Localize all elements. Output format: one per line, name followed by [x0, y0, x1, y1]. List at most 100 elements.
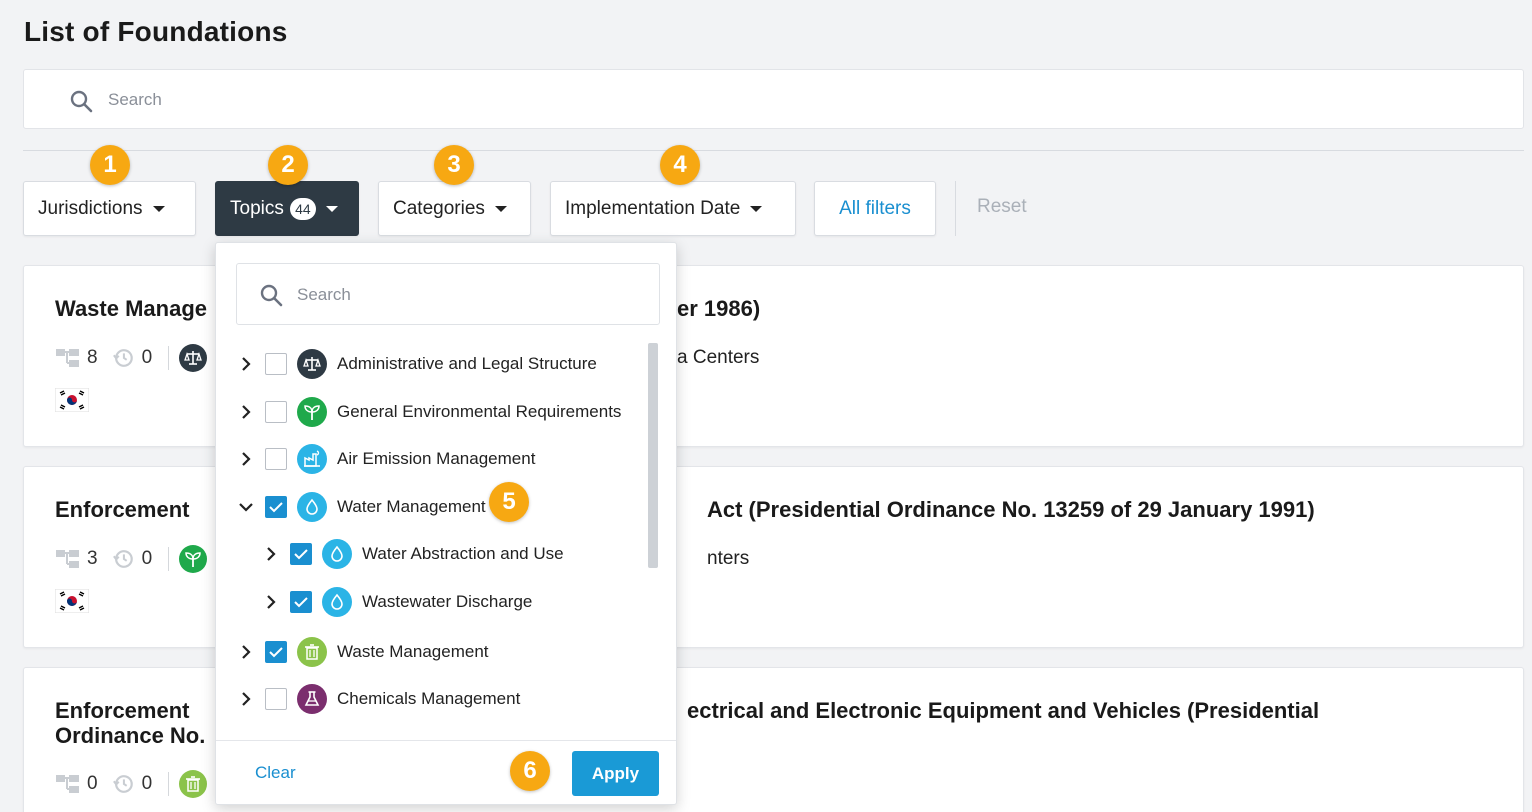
reset-button[interactable]: Reset — [977, 196, 1027, 218]
chevron-right-icon[interactable] — [237, 450, 255, 468]
dropdown-scrollbar[interactable] — [648, 343, 658, 568]
search-input[interactable] — [108, 88, 1488, 112]
flask-icon — [297, 684, 327, 714]
topic-label: Water Management — [337, 497, 486, 516]
sprout-icon — [179, 545, 208, 573]
topic-row-water-management[interactable]: Water Management — [216, 487, 486, 527]
meta-separator — [168, 346, 170, 370]
topic-checkbox-checked[interactable] — [290, 543, 312, 565]
topic-checkbox[interactable] — [265, 401, 287, 423]
card-title-line2: Ordinance No. — [55, 723, 206, 748]
card-title-continued: ectrical and Electronic Equipment and Ve… — [687, 698, 1320, 723]
topics-count-badge: 44 — [289, 197, 316, 220]
step-marker-5: 5 — [489, 482, 529, 522]
chevron-right-icon[interactable] — [262, 545, 280, 563]
card-subtitle-continued: a Centers — [677, 347, 760, 368]
water-drop-icon — [297, 492, 327, 522]
topic-row-wastewater-discharge[interactable]: Wastewater Discharge — [216, 582, 532, 622]
all-filters-label: All filters — [839, 197, 911, 219]
chevron-down-icon[interactable] — [237, 498, 255, 516]
scales-icon — [179, 344, 208, 372]
topic-checkbox-checked[interactable] — [265, 641, 287, 663]
jurisdictions-filter-button[interactable]: Jurisdictions — [23, 181, 196, 236]
card-meta: 8 0 — [55, 344, 208, 372]
children-count: 3 — [87, 548, 98, 569]
card-title: Enforcement — [55, 497, 190, 522]
children-count: 0 — [87, 773, 98, 794]
search-bar[interactable] — [23, 69, 1524, 129]
factory-icon — [297, 444, 327, 474]
step-marker-4: 4 — [660, 145, 700, 185]
hierarchy-icon — [56, 550, 79, 568]
implementation-date-filter-button[interactable]: Implementation Date — [550, 181, 796, 236]
search-icon — [260, 284, 283, 307]
card-title-continued: er 1986) — [677, 296, 761, 321]
topic-checkbox-checked[interactable] — [265, 496, 287, 518]
topic-row-waste-management[interactable]: Waste Management — [216, 632, 489, 672]
apply-button[interactable]: Apply — [572, 751, 659, 796]
all-filters-button[interactable]: All filters — [814, 181, 936, 236]
caret-down-icon — [494, 205, 507, 212]
dropdown-footer: Clear Apply — [216, 740, 676, 805]
page-title: List of Foundations — [24, 16, 288, 47]
history-count: 0 — [141, 548, 153, 569]
topics-search[interactable] — [236, 263, 660, 325]
south-korea-flag-icon — [55, 589, 89, 613]
search-icon — [70, 90, 93, 113]
card-subtitle-continued: nters — [707, 548, 750, 569]
topic-checkbox[interactable] — [265, 688, 287, 710]
step-marker-2: 2 — [268, 145, 308, 185]
topic-label: Administrative and Legal Structure — [337, 354, 597, 373]
meta-separator — [168, 547, 170, 571]
topic-checkbox[interactable] — [265, 448, 287, 470]
topic-checkbox-checked[interactable] — [290, 591, 312, 613]
topics-label: Topics — [230, 197, 284, 219]
step-marker-6: 6 — [510, 751, 550, 791]
topic-label: Waste Management — [337, 642, 489, 661]
history-icon — [112, 550, 133, 568]
topic-label: Chemicals Management — [337, 689, 521, 708]
meta-separator — [168, 772, 170, 796]
topics-search-input[interactable] — [297, 283, 637, 307]
scales-icon — [297, 349, 327, 379]
topic-label: Wastewater Discharge — [362, 592, 533, 611]
hierarchy-icon — [56, 349, 79, 367]
card-meta: 0 0 — [55, 770, 208, 798]
topic-label: Water Abstraction and Use — [362, 544, 564, 563]
card-title-continued: Act (Presidential Ordinance No. 13259 of… — [707, 497, 1315, 522]
clear-button[interactable]: Clear — [255, 763, 296, 783]
topic-label: Air Emission Management — [337, 449, 536, 468]
filter-separator — [955, 181, 956, 236]
topic-checkbox[interactable] — [265, 353, 287, 375]
topic-row-water-abstraction[interactable]: Water Abstraction and Use — [216, 534, 564, 574]
caret-down-icon — [750, 205, 763, 212]
implementation-date-label: Implementation Date — [565, 197, 741, 219]
topic-row-administrative[interactable]: Administrative and Legal Structure — [216, 344, 597, 384]
step-marker-1: 1 — [90, 145, 130, 185]
categories-filter-button[interactable]: Categories — [378, 181, 531, 236]
caret-down-icon — [325, 205, 338, 212]
divider — [23, 150, 1524, 151]
topics-dropdown: Administrative and Legal Structure Gener… — [215, 242, 677, 805]
water-drop-icon — [322, 539, 352, 569]
history-count: 0 — [141, 773, 153, 794]
step-marker-3: 3 — [434, 145, 474, 185]
water-drop-icon — [322, 587, 352, 617]
chevron-right-icon[interactable] — [237, 403, 255, 421]
chevron-right-icon[interactable] — [237, 690, 255, 708]
chevron-right-icon[interactable] — [237, 355, 255, 373]
caret-down-icon — [152, 205, 165, 212]
trash-icon — [179, 770, 208, 798]
jurisdictions-label: Jurisdictions — [38, 197, 143, 219]
south-korea-flag-icon — [55, 388, 89, 412]
chevron-right-icon[interactable] — [237, 643, 255, 661]
chevron-right-icon[interactable] — [262, 593, 280, 611]
topic-row-air-emission[interactable]: Air Emission Management — [216, 439, 535, 479]
card-meta: 3 0 — [55, 545, 208, 573]
children-count: 8 — [87, 347, 98, 368]
topics-filter-button[interactable]: Topics 44 — [215, 181, 359, 236]
history-icon — [112, 775, 133, 793]
history-icon — [112, 349, 133, 367]
topic-row-chemicals-management[interactable]: Chemicals Management — [216, 679, 520, 719]
topic-row-general-environmental[interactable]: General Environmental Requirements — [216, 392, 621, 432]
